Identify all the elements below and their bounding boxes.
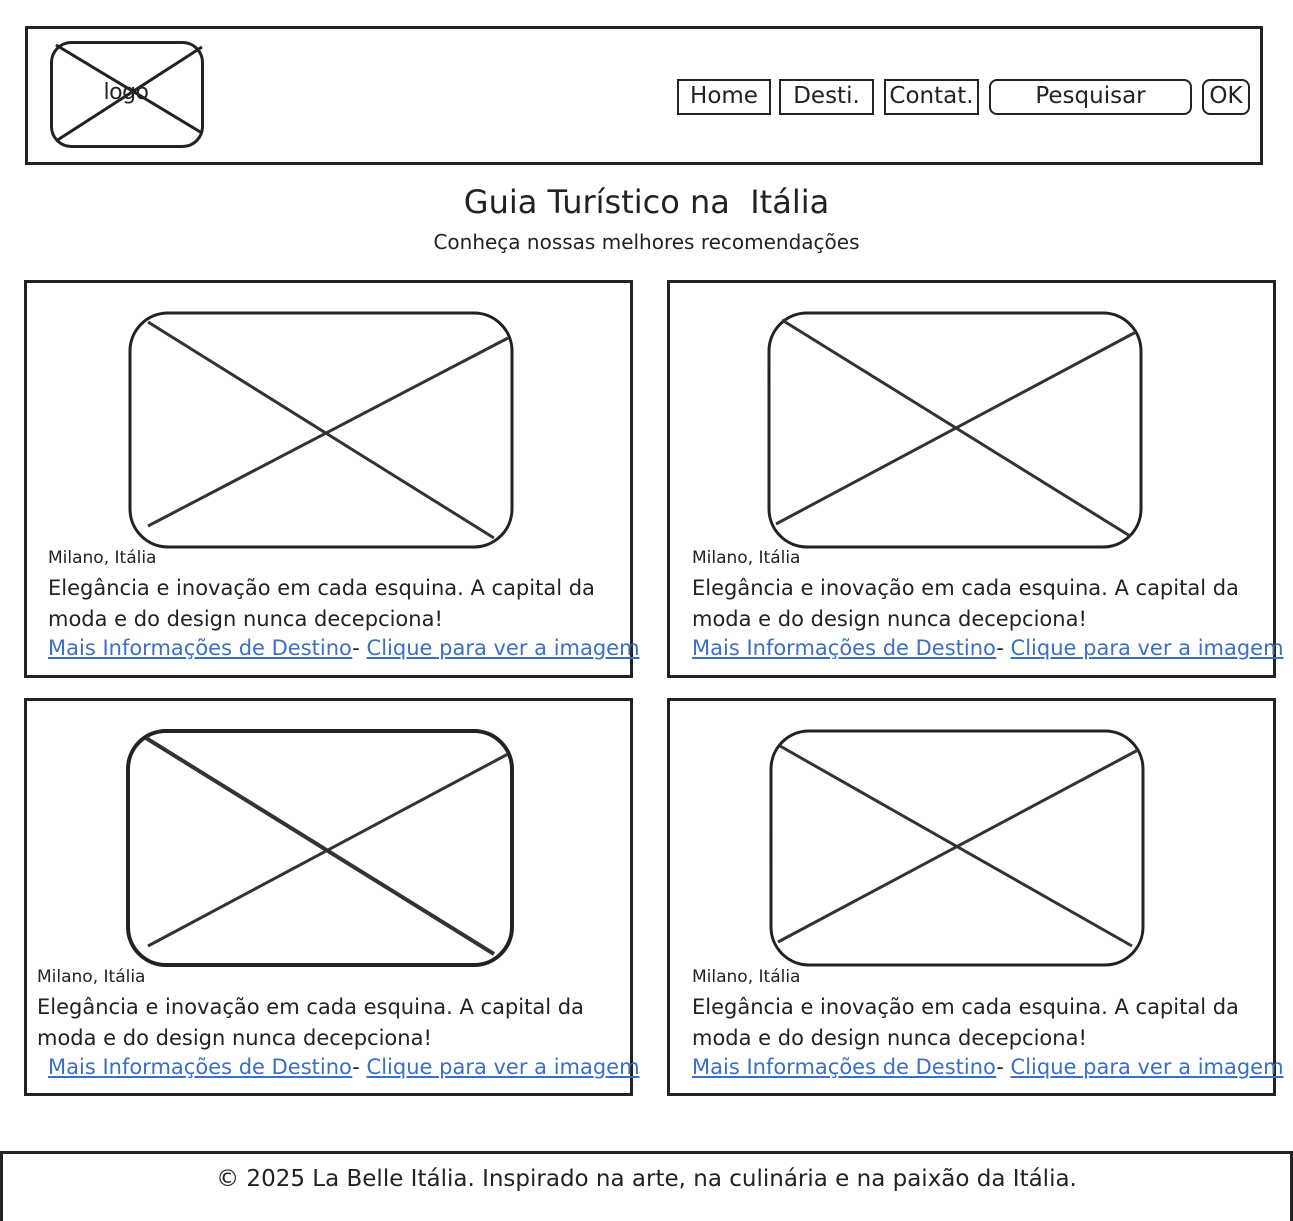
- link-separator: -: [996, 1055, 1004, 1079]
- footer-text: © 2025 La Belle Itália. Inspirado na art…: [216, 1166, 1077, 1192]
- view-image-link[interactable]: Clique para ver a imagem: [367, 1055, 640, 1079]
- view-image-link[interactable]: Clique para ver a imagem: [367, 636, 640, 660]
- card-location: Milano, Itália: [48, 548, 157, 568]
- link-separator: -: [352, 1055, 360, 1079]
- logo[interactable]: logo: [50, 41, 206, 149]
- search-input[interactable]: Pesquisar: [989, 79, 1192, 115]
- more-info-link[interactable]: Mais Informações de Destino: [692, 636, 996, 660]
- logo-label: logo: [103, 80, 150, 105]
- view-image-link[interactable]: Clique para ver a imagem: [1011, 636, 1284, 660]
- card-links: Mais Informações de Destino- Clique para…: [48, 636, 640, 660]
- image-placeholder-icon: [126, 729, 514, 967]
- destination-card: Milano, Itália Elegância e inovação em c…: [24, 698, 640, 1096]
- destination-card: Milano, Itália Elegância e inovação em c…: [24, 280, 640, 678]
- site-header: logo Home Desti. Contat. Pesquisar OK: [25, 26, 1263, 165]
- image-placeholder-icon: [767, 311, 1143, 549]
- card-links: Mais Informações de Destino- Clique para…: [692, 636, 1284, 660]
- card-description: Elegância e inovação em cada esquina. A …: [37, 995, 584, 1050]
- card-description: Elegância e inovação em cada esquina. A …: [692, 995, 1239, 1050]
- site-footer: © 2025 La Belle Itália. Inspirado na art…: [0, 1151, 1293, 1221]
- card-location: Milano, Itália: [37, 967, 146, 987]
- image-placeholder-icon: [769, 729, 1145, 967]
- card-links: Mais Informações de Destino- Clique para…: [692, 1055, 1284, 1079]
- card-links: Mais Informações de Destino- Clique para…: [48, 1055, 640, 1079]
- more-info-link[interactable]: Mais Informações de Destino: [692, 1055, 996, 1079]
- card-description: Elegância e inovação em cada esquina. A …: [48, 576, 595, 631]
- image-placeholder-icon: [128, 311, 514, 549]
- card-location: Milano, Itália: [692, 967, 801, 987]
- card-description: Elegância e inovação em cada esquina. A …: [692, 576, 1239, 631]
- nav-home-button[interactable]: Home: [677, 79, 771, 115]
- link-separator: -: [352, 636, 360, 660]
- nav-destinations-button[interactable]: Desti.: [779, 79, 874, 115]
- view-image-link[interactable]: Clique para ver a imagem: [1011, 1055, 1284, 1079]
- card-location: Milano, Itália: [692, 548, 801, 568]
- page-title: Guia Turístico na Itália: [463, 183, 830, 221]
- search-ok-button[interactable]: OK: [1202, 79, 1250, 115]
- link-separator: -: [996, 636, 1004, 660]
- more-info-link[interactable]: Mais Informações de Destino: [48, 1055, 352, 1079]
- more-info-link[interactable]: Mais Informações de Destino: [48, 636, 352, 660]
- page-subtitle: Conheça nossas melhores recomendações: [433, 230, 860, 254]
- destination-card: Milano, Itália Elegância e inovação em c…: [667, 280, 1284, 678]
- destination-card: Milano, Itália Elegância e inovação em c…: [667, 698, 1284, 1096]
- nav-contact-button[interactable]: Contat.: [884, 79, 979, 115]
